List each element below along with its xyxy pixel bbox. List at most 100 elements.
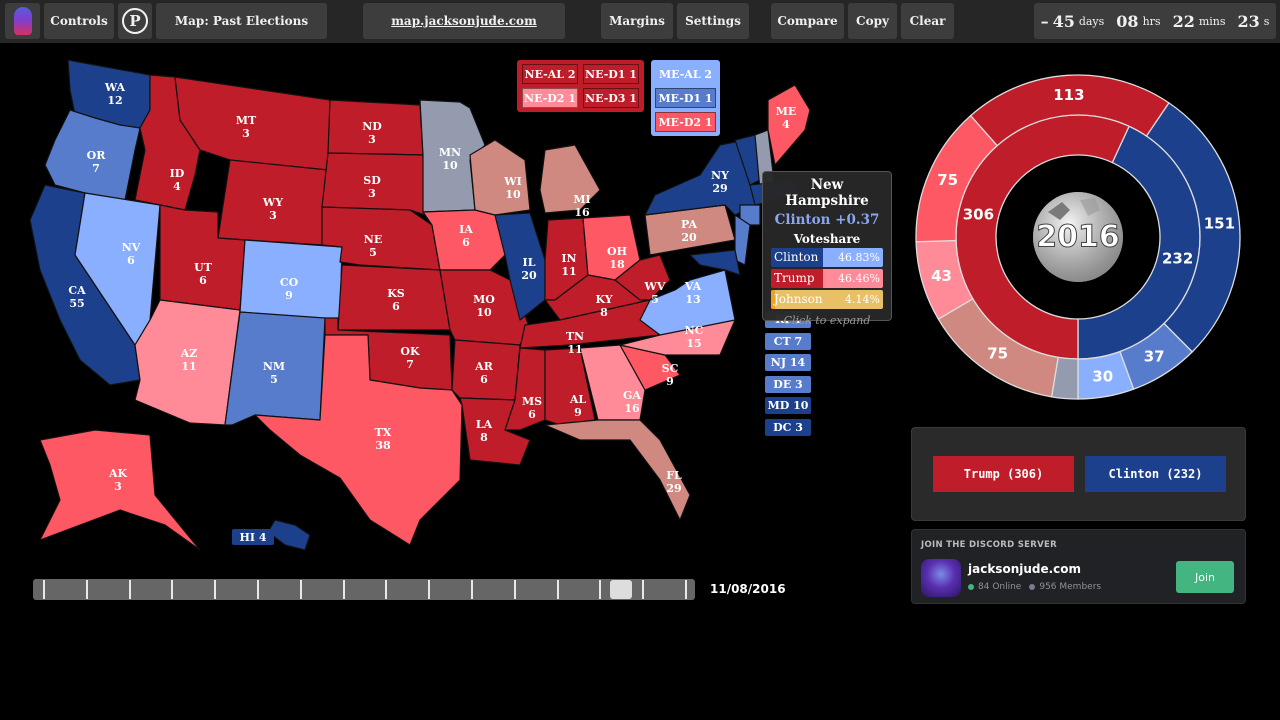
timeline-tick[interactable] — [385, 580, 388, 599]
controls-button[interactable]: Controls — [44, 3, 114, 39]
small-state-md[interactable]: MD 10 — [765, 397, 811, 414]
copy-button[interactable]: Copy — [848, 3, 897, 39]
small-state-dc[interactable]: DC 3 — [765, 418, 811, 436]
state-ev-me: 4 — [782, 118, 790, 131]
timeline-tick[interactable] — [471, 580, 473, 599]
state-label-id: ID — [170, 167, 185, 180]
donut-label-dem-lean: 30 — [1092, 367, 1113, 385]
state-md[interactable] — [689, 249, 741, 276]
timeline-tick[interactable] — [299, 580, 302, 599]
state-ev-sc: 9 — [666, 375, 674, 388]
tooltip-candidate: Clinton — [771, 248, 823, 267]
timeline-tick[interactable] — [599, 580, 602, 599]
timeline-tick[interactable] — [342, 580, 345, 599]
tooltip-candidate: Johnson — [771, 290, 831, 309]
state-hi[interactable] — [267, 519, 311, 551]
district-me-d2[interactable]: ME-D2 1 — [655, 112, 716, 132]
clear-button[interactable]: Clear — [901, 3, 954, 39]
state-ev-co: 9 — [285, 289, 293, 302]
timeline-date: 11/08/2016 — [710, 582, 786, 596]
small-state-de[interactable]: DE 3 — [765, 375, 811, 393]
timeline-knob[interactable] — [609, 580, 632, 599]
small-state-ct[interactable]: CT 7 — [765, 332, 811, 350]
state-label-wy: WY — [262, 196, 283, 209]
online-dot-icon — [968, 584, 974, 590]
district-me-al[interactable]: ME-AL 2 — [655, 64, 716, 84]
timeline-slider[interactable] — [33, 579, 695, 600]
state-label-oh: OH — [607, 245, 627, 258]
state-label-ne: NE — [364, 233, 382, 246]
tooltip-candidate: Trump — [771, 269, 823, 288]
state-label-ky: KY — [595, 293, 612, 306]
state-ev-pa: 20 — [681, 231, 697, 244]
timeline-tick[interactable] — [85, 580, 88, 599]
timeline-tick[interactable] — [513, 580, 516, 599]
timeline-tick[interactable] — [43, 580, 45, 599]
district-me-d1[interactable]: ME-D1 1 — [655, 88, 716, 108]
state-label-nm: NM — [263, 360, 285, 373]
state-ev-nm: 5 — [270, 373, 278, 386]
discord-server-name: jacksonjude.com — [968, 562, 1082, 576]
district-ne-al[interactable]: NE-AL 2 — [522, 64, 578, 84]
state-label-ia: IA — [459, 223, 473, 236]
settings-button[interactable]: Settings — [677, 3, 749, 39]
donut-label-dem-safe: 151 — [1204, 214, 1235, 232]
donut-label-rep-likely: 75 — [937, 171, 958, 189]
state-ev-mn: 10 — [442, 159, 458, 172]
state-ev-nd: 3 — [368, 133, 376, 146]
state-label-mt: MT — [236, 114, 257, 127]
timeline-tick[interactable] — [257, 580, 259, 599]
district-ne-d2[interactable]: NE-D2 1 — [522, 88, 578, 108]
timeline-tick[interactable] — [128, 580, 131, 599]
site-link[interactable]: map.jacksonjude.com — [363, 3, 565, 39]
state-ev-ak: 3 — [114, 480, 122, 493]
state-label-il: IL — [523, 256, 536, 269]
timeline-tick[interactable] — [642, 580, 645, 599]
state-ev-ia: 6 — [462, 236, 470, 249]
election-countdown: – 45 days 08 hrs 22 mins 23 s — [1034, 3, 1276, 39]
p-button[interactable]: P — [118, 3, 152, 39]
state-label-or: OR — [87, 149, 107, 162]
state-ev-mo: 10 — [476, 306, 492, 319]
state-ev-wy: 3 — [269, 209, 277, 222]
state-label-sd: SD — [363, 174, 381, 187]
state-label-ca: CA — [68, 284, 86, 297]
map-select-button[interactable]: Map: Past Elections — [156, 3, 327, 39]
discord-widget: JOIN THE DISCORD SERVER jacksonjude.com … — [911, 529, 1246, 604]
logo-button[interactable] — [5, 3, 40, 39]
state-label-ny: NY — [711, 169, 729, 182]
timeline-tick[interactable] — [214, 580, 217, 599]
timeline-tick[interactable] — [171, 580, 174, 599]
state-ev-ks: 6 — [392, 300, 400, 313]
timeline-tick[interactable] — [556, 580, 559, 599]
discord-server-avatar — [921, 559, 961, 597]
state-label-nd: ND — [362, 120, 382, 133]
timeline-tick[interactable] — [428, 580, 431, 599]
donut-label-trump: 306 — [963, 206, 994, 224]
state-mi[interactable] — [539, 144, 601, 214]
district-ne-d1[interactable]: NE-D1 1 — [583, 64, 639, 84]
state-label-az: AZ — [180, 347, 198, 360]
trump-button[interactable]: Trump (306) — [933, 456, 1074, 492]
tooltip-voteshare-label: Voteshare — [793, 232, 861, 246]
state-ev-va: 13 — [685, 293, 700, 306]
state-tooltip[interactable]: New Hampshire Clinton +0.37 Voteshare Cl… — [762, 171, 892, 327]
state-label-la: LA — [476, 418, 493, 431]
discord-join-button[interactable]: Join — [1176, 561, 1234, 593]
state-ev-wa: 12 — [107, 94, 122, 107]
state-ev-ga: 16 — [624, 402, 640, 415]
tooltip-state-name: New Hampshire — [785, 177, 869, 209]
district-ne-d3[interactable]: NE-D3 1 — [583, 88, 639, 108]
countdown-seconds-unit: s — [1263, 14, 1270, 28]
clinton-button[interactable]: Clinton (232) — [1085, 456, 1226, 492]
compare-button[interactable]: Compare — [771, 3, 844, 39]
margins-button[interactable]: Margins — [601, 3, 673, 39]
timeline-tick[interactable] — [685, 580, 687, 599]
candidate-panel: Trump (306) Clinton (232) — [911, 427, 1246, 521]
state-label-mo: MO — [473, 293, 495, 306]
state-label-hi[interactable]: HI 4 — [232, 529, 274, 545]
state-ev-tx: 38 — [375, 439, 391, 452]
small-state-nj[interactable]: NJ 14 — [765, 354, 811, 371]
discord-online: 84 Online — [978, 582, 1022, 592]
state-ev-mt: 3 — [242, 127, 250, 140]
